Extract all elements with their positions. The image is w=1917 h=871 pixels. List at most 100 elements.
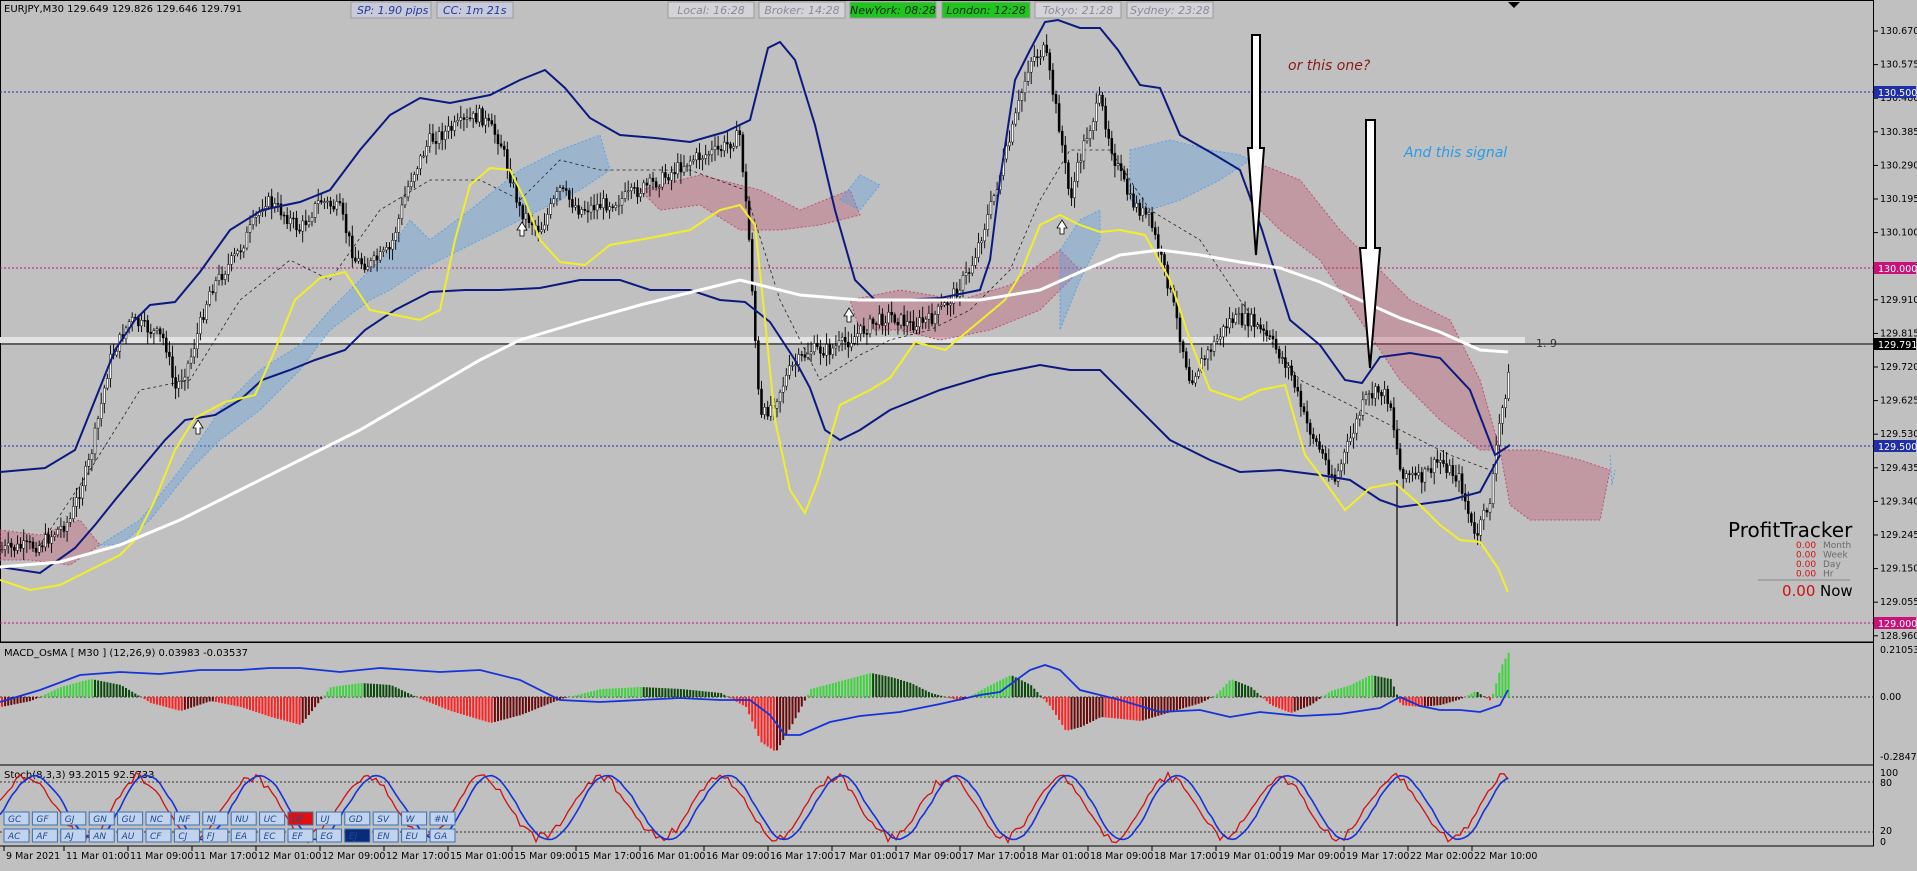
pair-button[interactable]: CF <box>145 828 172 843</box>
candle-body <box>936 306 940 315</box>
chart-shift-marker-icon[interactable] <box>1508 2 1520 8</box>
price-axis-label: 129.720 <box>1880 362 1917 373</box>
macd-bar <box>109 682 112 697</box>
pair-button[interactable]: EA <box>230 828 257 843</box>
pair-button[interactable]: CJ <box>173 828 200 843</box>
chart-canvas[interactable]: or this one? And this signal 1. 9 EURJPY… <box>0 0 1917 867</box>
candle-body <box>933 314 937 324</box>
pair-button-label: EU <box>406 832 419 842</box>
down-arrow-1[interactable] <box>1246 34 1266 256</box>
pair-button[interactable]: NF <box>173 811 200 826</box>
pair-button[interactable]: EN <box>372 828 399 843</box>
pair-button[interactable]: UJ <box>315 811 342 826</box>
macd-bar <box>1296 697 1299 711</box>
macd-bar <box>1129 697 1132 720</box>
macd-bar <box>1073 697 1076 729</box>
candle-body <box>667 177 670 181</box>
macd-bar <box>571 696 574 697</box>
candle-body <box>1017 100 1021 114</box>
pair-button[interactable]: GA <box>429 828 456 843</box>
macd-bar <box>1501 664 1504 697</box>
macd-bar <box>1337 688 1340 697</box>
pair-button[interactable]: NU <box>230 811 257 826</box>
candle-body <box>1098 94 1101 104</box>
pair-button[interactable]: #N <box>429 811 456 826</box>
pair-button[interactable]: FJ <box>202 828 229 843</box>
candle-body <box>558 187 562 192</box>
candle-body <box>586 210 590 213</box>
candle-body <box>561 187 565 190</box>
pair-button[interactable]: GC <box>3 811 30 826</box>
macd-bar <box>1197 697 1200 704</box>
pair-button[interactable]: GJ <box>60 811 87 826</box>
macd-bar <box>1318 697 1321 700</box>
macd-bar <box>704 691 707 697</box>
pair-button[interactable]: EG <box>315 828 342 843</box>
pair-button-label: AC <box>7 832 21 842</box>
candle-body <box>1219 336 1222 340</box>
profit-row-label: Week <box>1823 551 1848 561</box>
candle-body <box>778 391 782 403</box>
candle-body <box>809 351 813 355</box>
candle-body <box>608 206 611 211</box>
pair-button[interactable]: GN <box>88 811 115 826</box>
fib-label: 1. 9 <box>1536 337 1557 350</box>
candle-body <box>524 213 528 220</box>
candle-body <box>1033 56 1036 62</box>
macd-bar <box>289 697 292 723</box>
pair-button-label: EA <box>235 832 247 842</box>
candle-body <box>645 182 649 186</box>
pair-button[interactable]: AU <box>117 828 144 843</box>
candle-body <box>654 181 658 188</box>
macd-bar <box>1321 696 1324 698</box>
macd-bar <box>97 680 100 697</box>
macd-bar <box>698 690 701 697</box>
pair-button[interactable]: GF <box>31 811 58 826</box>
pair-button[interactable]: SV <box>372 811 399 826</box>
candle-body <box>1246 313 1250 327</box>
macd-bar <box>921 688 924 697</box>
macd-bar <box>807 694 809 697</box>
macd-bar <box>838 681 840 697</box>
macd-bar <box>255 697 258 713</box>
macd-bar <box>159 697 162 706</box>
candle-body <box>769 405 773 417</box>
candle-body <box>378 251 382 261</box>
pair-button[interactable]: NC <box>145 811 172 826</box>
macd-bar <box>320 697 323 700</box>
macd-bar <box>140 697 143 698</box>
pair-button[interactable]: AF <box>31 828 58 843</box>
session-clock: London: 12:28 <box>941 1 1031 19</box>
candle-body <box>1262 328 1265 331</box>
pair-button[interactable]: UC <box>259 811 286 826</box>
macd-bar <box>1482 696 1485 697</box>
pair-button[interactable]: EJ <box>344 828 371 843</box>
pair-button[interactable]: EU <box>401 828 428 843</box>
macd-bar <box>267 697 270 717</box>
pair-button-label: NC <box>150 815 164 825</box>
pair-button[interactable]: AC <box>3 828 30 843</box>
pair-button-label: GU <box>122 815 136 825</box>
pair-button[interactable]: EC <box>259 828 286 843</box>
pair-button[interactable]: GD <box>344 811 371 826</box>
pair-button[interactable]: AN <box>88 828 115 843</box>
pair-button[interactable]: UF <box>287 811 314 826</box>
pair-button[interactable]: W <box>401 811 428 826</box>
pair-button[interactable]: EF <box>287 828 314 843</box>
candle-body <box>1029 61 1033 73</box>
candle-body <box>239 250 242 253</box>
pair-button[interactable]: NJ <box>202 811 229 826</box>
candle-body <box>41 545 44 548</box>
macd-bar <box>636 687 639 697</box>
price-tag: 129.000 <box>1878 619 1917 630</box>
candle-body <box>329 200 332 207</box>
pair-button[interactable]: GU <box>117 811 144 826</box>
candle-body <box>1060 130 1064 146</box>
pair-button[interactable]: AJ <box>60 828 87 843</box>
profit-tracker-title: ProfitTracker <box>1728 518 1853 542</box>
candle-body <box>1231 318 1234 323</box>
macd-bar <box>844 679 847 697</box>
macd-bar <box>940 695 943 697</box>
pair-button-label: W <box>406 815 416 825</box>
macd-bar <box>180 697 183 711</box>
